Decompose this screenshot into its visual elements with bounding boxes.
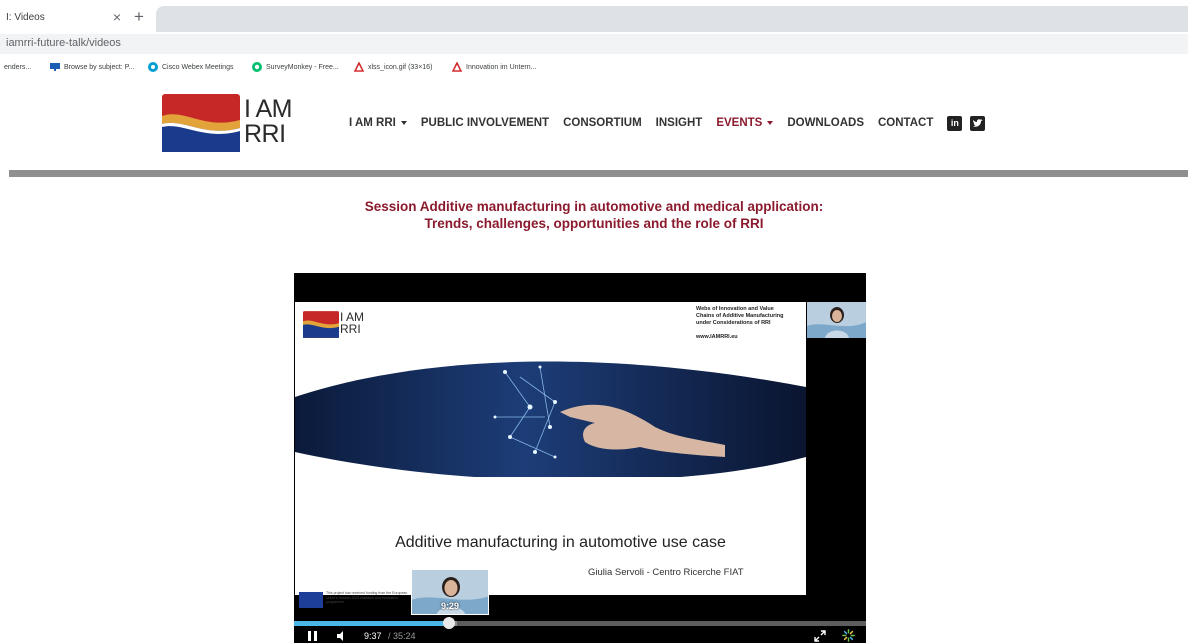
video-player[interactable]: I AM RRI Webs of Innovation and Value Ch…	[294, 273, 866, 643]
eu-funding-notice: This project has received funding from t…	[299, 591, 409, 611]
linkedin-glyph: in	[950, 118, 959, 128]
seek-preview-thumbnail: 9:29	[411, 569, 489, 615]
video-progress-bar[interactable]	[294, 617, 866, 629]
slide-heading: Additive manufacturing in automotive use…	[395, 534, 726, 551]
progress-played	[294, 621, 450, 626]
bookmark-item[interactable]: Innovation im Untern...	[452, 61, 536, 73]
nav-item-downloads[interactable]: DOWNLOADS	[787, 117, 864, 129]
iamrri-logo-graphic	[303, 311, 339, 338]
nav-item-insight[interactable]: INSIGHT	[656, 117, 703, 129]
main-nav: I AM RRI PUBLIC INVOLVEMENT CONSORTIUM I…	[349, 115, 993, 131]
browser-tab[interactable]: I: Videos ×	[0, 0, 150, 34]
new-tab-icon[interactable]: +	[130, 8, 148, 26]
nav-label: INSIGHT	[655, 117, 703, 129]
slide-logo-text: I AM RRI	[340, 311, 364, 335]
bookmark-label: enders...	[4, 63, 32, 71]
bookmark-label: xlss_icon.gif (33×16)	[368, 63, 433, 71]
bookmark-item[interactable]: xlss_icon.gif (33×16)	[354, 61, 432, 73]
bookmark-label: Innovation im Untern...	[466, 63, 537, 71]
slide-author: Giulia Servoli - Centro Ricerche FIAT	[588, 567, 744, 578]
address-bar[interactable]: iamrri-future-talk/videos	[0, 34, 1188, 54]
browser-tab-bar: I: Videos × +	[0, 0, 1188, 34]
speaker-webcam	[807, 302, 866, 338]
address-url[interactable]: iamrri-future-talk/videos	[6, 37, 121, 49]
acrobat-icon	[354, 62, 364, 72]
page-title-line-2: Trends, challenges, opportunities and th…	[424, 216, 764, 231]
bookmark-item[interactable]: SurveyMonkey - Free...	[252, 61, 339, 73]
eu-flag-icon	[299, 592, 323, 608]
nav-label: EVENTS	[716, 117, 763, 129]
site-logo-text[interactable]: I AM RRI	[244, 95, 293, 148]
slide-info-line-1: Webs of Innovation and Value	[696, 306, 774, 312]
nav-item-contact[interactable]: CONTACT	[878, 117, 933, 129]
bookmark-item[interactable]: enders...	[4, 61, 31, 73]
speaker-avatar	[807, 302, 866, 338]
logo-line-2: RRI	[244, 120, 286, 148]
nav-label: CONSORTIUM	[563, 117, 642, 129]
nav-item-consortium[interactable]: CONSORTIUM	[563, 117, 642, 129]
bookmarks-bar: enders... Browse by subject: P... Cisco …	[0, 54, 1188, 78]
logo-line-1: I AM	[244, 95, 293, 123]
site-header: I AM RRI I AM RRI PUBLIC INVOLVEMENT CON…	[0, 78, 1188, 168]
video-controls: 9:37 / 35:24	[294, 628, 866, 643]
slide-logo-line-2: RRI	[340, 322, 361, 336]
webex-icon	[148, 62, 158, 72]
tab-title: I: Videos	[6, 12, 45, 23]
tab-strip	[156, 6, 1188, 32]
volume-icon[interactable]	[336, 630, 348, 642]
caret-down-icon	[767, 121, 774, 125]
slide-info-line-3: under Considerations of RRI	[696, 320, 771, 326]
bookmark-label: SurveyMonkey - Free...	[266, 63, 339, 71]
twitter-bird-icon	[972, 118, 983, 127]
bookmark-item[interactable]: Browse by subject: P...	[50, 61, 134, 73]
surveymonkey-icon	[252, 62, 262, 72]
nav-label: DOWNLOADS	[787, 117, 864, 129]
slide-info-text: Webs of Innovation and Value Chains of A…	[696, 306, 804, 341]
acrobat-icon	[452, 62, 462, 72]
eu-funding-text: This project has received funding from t…	[326, 591, 408, 604]
loading-spinner-icon	[842, 629, 855, 642]
nav-label: CONTACT	[878, 117, 934, 129]
video-duration: / 35:24	[388, 631, 416, 641]
nav-item-public-involvement[interactable]: PUBLIC INVOLVEMENT	[421, 117, 549, 129]
slide-info-line-2: Chains of Additive Manufacturing	[696, 313, 784, 319]
slide-hero-image	[295, 361, 806, 477]
nav-label: I AM RRI	[349, 117, 396, 129]
fullscreen-icon[interactable]	[814, 630, 826, 642]
linkedin-icon[interactable]: in	[947, 115, 963, 131]
page-title-line-1: Session Additive manufacturing in automo…	[364, 199, 824, 214]
preview-time: 9:29	[440, 601, 459, 611]
tab-close-icon[interactable]: ×	[109, 9, 125, 25]
video-frame-slide: I AM RRI Webs of Innovation and Value Ch…	[295, 302, 806, 608]
nav-label: PUBLIC INVOLVEMENT	[420, 117, 550, 129]
nav-item-events[interactable]: EVENTS	[716, 117, 774, 129]
slide-url: www.IAMRRI.eu	[696, 334, 738, 340]
header-divider	[9, 170, 1188, 177]
iamrri-logo-graphic[interactable]	[162, 94, 240, 152]
caret-down-icon	[400, 121, 407, 125]
bookmark-label: Browse by subject: P...	[64, 63, 135, 71]
nav-item-i-am-rri[interactable]: I AM RRI	[349, 117, 407, 129]
twitter-icon[interactable]	[970, 115, 986, 131]
page-title: Session Additive manufacturing in automo…	[0, 198, 1188, 232]
pause-icon[interactable]	[308, 631, 317, 641]
current-time: 9:37	[364, 631, 382, 641]
monitor-icon	[50, 63, 60, 71]
bookmark-label: Cisco Webex Meetings	[162, 63, 234, 71]
bookmark-item[interactable]: Cisco Webex Meetings	[148, 61, 233, 73]
